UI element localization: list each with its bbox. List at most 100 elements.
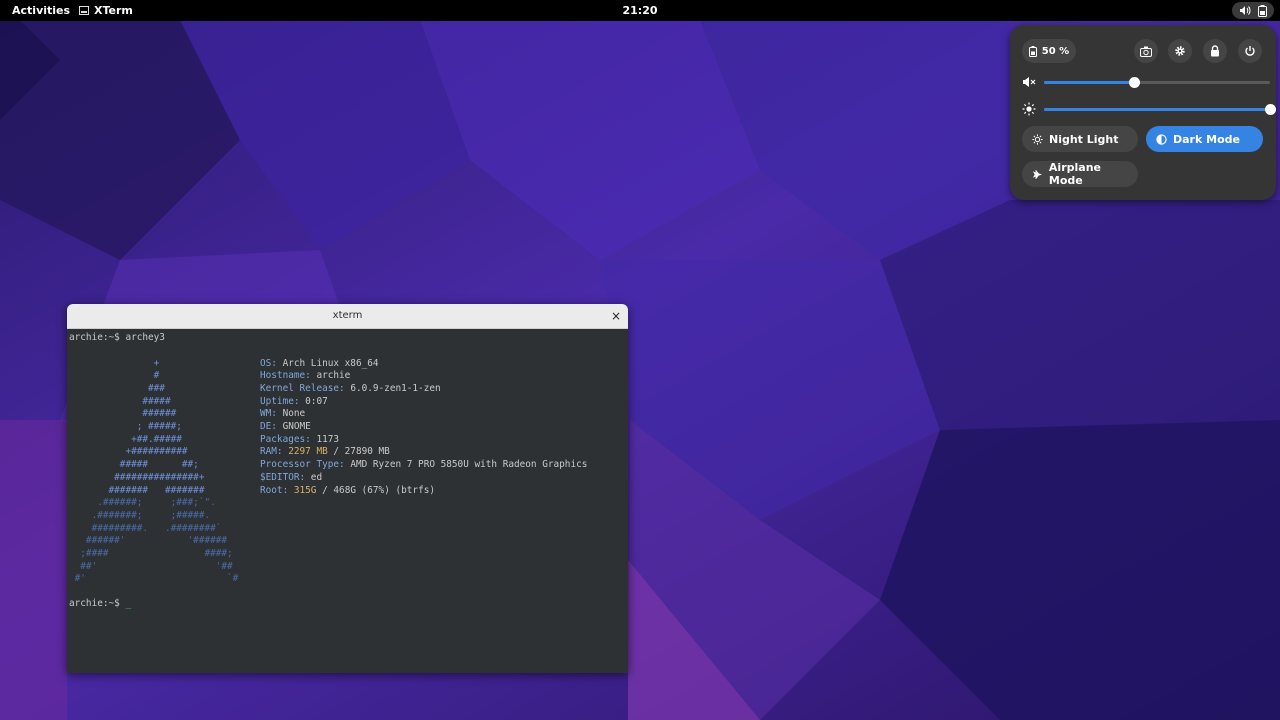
info-row: OS: Arch Linux x86_64 (260, 358, 379, 371)
brightness-slider[interactable] (1022, 102, 1276, 116)
system-status-menu[interactable] (1232, 2, 1274, 19)
info-value: archie (310, 370, 351, 382)
settings-button[interactable] (1168, 39, 1192, 63)
brightness-knob[interactable] (1265, 104, 1276, 115)
info-row: Root: 315G / 468G (67%) (btrfs) (260, 485, 435, 498)
info-value: 1173 (310, 433, 340, 445)
logo-line: #########. .########` (69, 522, 222, 534)
prompt-line: archie:~$ _ (69, 598, 131, 611)
battery-percentage: 50 % (1041, 45, 1070, 57)
logo-line: ;#### ####; (69, 548, 233, 559)
brightness-fill (1044, 108, 1270, 111)
info-value: AMD Ryzen 7 PRO 5850U with Radeon Graphi… (344, 459, 588, 471)
info-key: Processor Type: (260, 459, 345, 471)
night-light-toggle[interactable]: Night Light (1022, 126, 1138, 152)
speaker-muted-icon (1023, 77, 1036, 87)
info-key: DE: (260, 421, 277, 432)
logo-line: .######; ;###;`". (69, 497, 216, 509)
volume-fill (1044, 81, 1135, 84)
info-value: Arch Linux x86_64 (276, 357, 379, 369)
info-key: Uptime: (260, 395, 300, 407)
logo-line: # (69, 370, 160, 382)
info-value: 6.0.9-zen1-1-zen (344, 382, 441, 394)
power-icon (1245, 46, 1255, 56)
close-icon[interactable]: × (611, 309, 621, 323)
info-value: GNOME (276, 421, 311, 432)
info-row: RAM: 2297 MB / 27890 MB (260, 446, 390, 459)
logo-line: ##' '## (69, 560, 233, 572)
logo-line: +##.##### (69, 433, 182, 445)
power-button[interactable] (1238, 39, 1262, 63)
lock-icon (1211, 45, 1219, 57)
logo-line: .#######; ;#####. (69, 509, 211, 521)
logo-line: ###### (69, 408, 177, 420)
lock-screen-button[interactable] (1203, 39, 1227, 63)
logo-line: + (69, 357, 160, 369)
clock[interactable]: 21:20 (622, 4, 657, 17)
info-row: WM: None (260, 408, 305, 421)
dark-mode-toggle[interactable]: Dark Mode (1146, 126, 1263, 152)
prompt: archie:~$ (69, 598, 126, 609)
logo-line: ######' '###### (69, 535, 228, 547)
app-menu[interactable]: XTerm (79, 4, 133, 17)
info-row: $EDITOR: ed (260, 472, 322, 485)
info-value: 0:07 (299, 395, 328, 407)
camera-icon (1140, 46, 1152, 57)
battery-icon (1028, 45, 1037, 57)
brightness-track (1044, 104, 1276, 115)
app-menu-label: XTerm (94, 4, 133, 17)
logo-line: ####### ####### (69, 484, 205, 496)
logo-line: ### (69, 382, 165, 394)
dark-mode-label: Dark Mode (1173, 132, 1240, 146)
speaker-icon (1239, 6, 1251, 15)
info-row: Hostname: archie (260, 370, 350, 383)
top-bar: Activities XTerm 21:20 (0, 0, 1280, 21)
info-key: Kernel Release: (260, 382, 345, 394)
logo-line: ##### ##; (69, 459, 199, 471)
sun-icon (1022, 102, 1036, 116)
window-title: xterm (332, 310, 363, 321)
night-light-label: Night Light (1049, 132, 1119, 146)
logo-line: +########## (69, 446, 188, 458)
logo-line: ##### (69, 395, 171, 407)
airplane-icon (1032, 169, 1043, 179)
activities-button[interactable]: Activities (12, 4, 70, 17)
text-cursor: _ (125, 598, 132, 609)
screenshot-button[interactable] (1134, 39, 1158, 63)
window-titlebar[interactable]: xterm × (67, 304, 628, 329)
info-key: Root: (260, 484, 289, 496)
command-line: archie:~$ archey3 (69, 332, 165, 343)
night-light-icon (1032, 133, 1043, 145)
info-value: / 468G (67%) (btrfs) (316, 484, 435, 496)
battery-status-button[interactable]: 50 % (1022, 39, 1076, 63)
quick-settings-panel: 50 % Night Light Dark Mode Airplane Mode (1010, 25, 1276, 200)
volume-slider[interactable] (1022, 75, 1270, 89)
info-value: ed (305, 471, 323, 483)
terminal-icon (79, 6, 89, 15)
info-value: None (276, 408, 306, 420)
info-value: / 27890 MB (327, 446, 390, 458)
info-row: DE: GNOME (260, 421, 311, 434)
airplane-mode-label: Airplane Mode (1048, 161, 1101, 187)
info-key: Hostname: (260, 370, 311, 382)
logo-line: #' `# (69, 573, 239, 585)
info-row: Uptime: 0:07 (260, 396, 328, 409)
info-key: Packages: (260, 433, 311, 445)
info-key: WM: (260, 408, 277, 420)
info-row: Processor Type: AMD Ryzen 7 PRO 5850U wi… (260, 459, 587, 472)
info-row: Packages: 1173 (260, 434, 339, 447)
dark-mode-icon (1156, 133, 1167, 145)
info-value-highlight: 315G (288, 484, 317, 496)
info-key: RAM: (260, 446, 283, 458)
battery-icon (1258, 4, 1268, 17)
logo-line: ###############+ (69, 471, 205, 483)
airplane-mode-toggle[interactable]: Airplane Mode (1022, 161, 1138, 187)
volume-knob[interactable] (1129, 77, 1141, 88)
terminal-screen[interactable]: archie:~$ archey3 + # ### ##### ###### ;… (69, 330, 628, 673)
info-row: Kernel Release: 6.0.9-zen1-1-zen (260, 383, 441, 396)
xterm-window[interactable]: xterm × archie:~$ archey3 + # ### ##### … (67, 304, 628, 673)
info-key: OS: (260, 357, 277, 369)
volume-track (1044, 77, 1270, 88)
logo-line: ; #####; (69, 421, 182, 432)
info-value-highlight: 2297 MB (282, 446, 328, 458)
